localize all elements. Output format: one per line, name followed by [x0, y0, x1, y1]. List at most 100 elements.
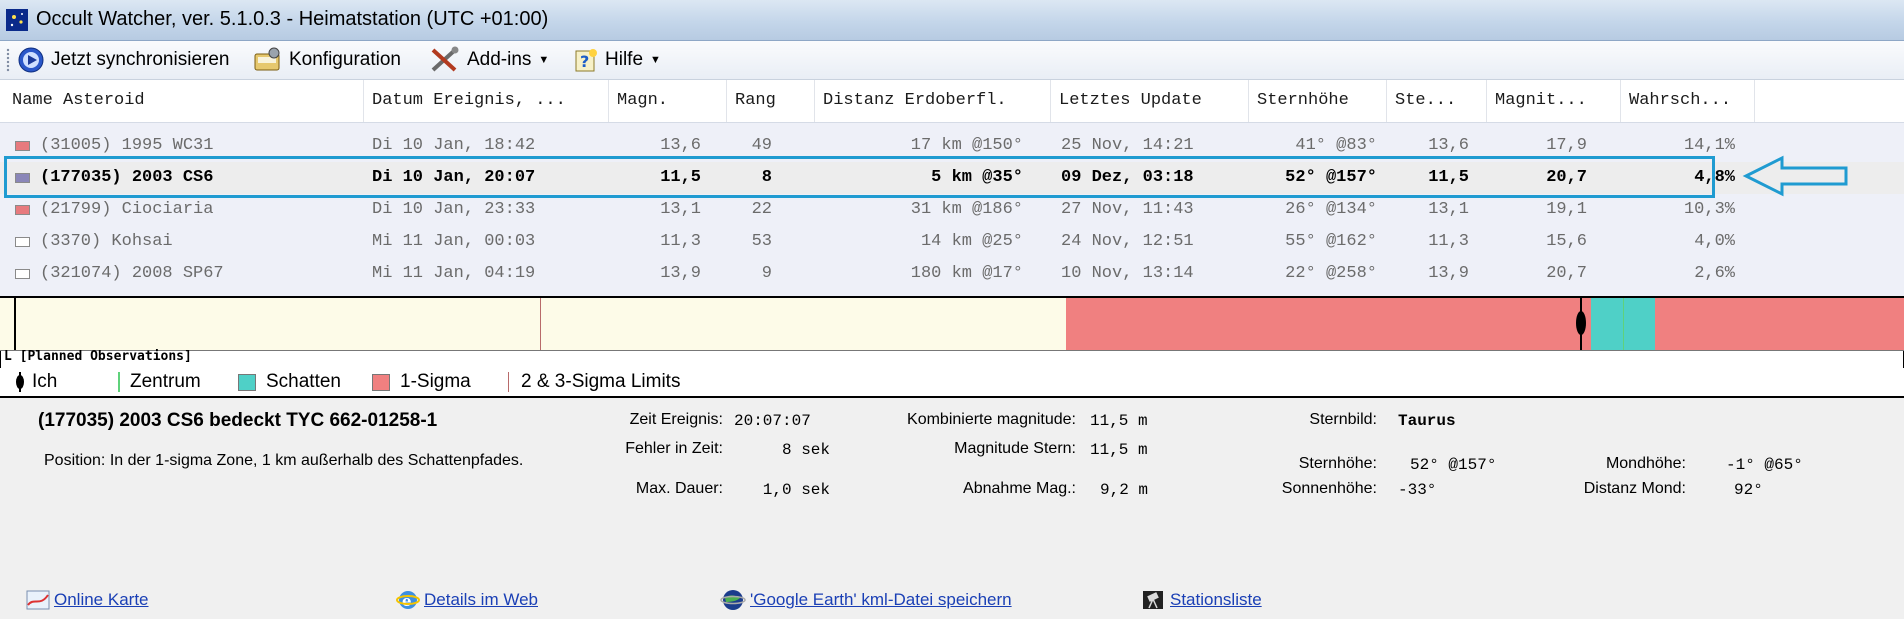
moon-alt-value: -1° @65° [1726, 456, 1803, 474]
app-icon [6, 9, 28, 31]
time-error-label: Fehler in Zeit: [625, 440, 723, 457]
cell-magnit: 20,7 [1546, 264, 1587, 283]
cell-date: Di 10 Jan, 23:33 [372, 200, 536, 219]
online-map-link[interactable]: Online Karte [26, 588, 149, 612]
config-button[interactable]: Konfiguration [252, 46, 401, 74]
cell-rank: 22 [751, 200, 772, 219]
legend-sigma23: 2 & 3-Sigma Limits [508, 371, 680, 393]
legend-shadow-label: Schatten [266, 371, 341, 392]
cell-date: Mi 11 Jan, 00:03 [372, 232, 536, 251]
cell-magnit: 17,9 [1546, 136, 1587, 155]
addins-label: Add-ins [467, 49, 532, 70]
help-label: Hilfe [605, 49, 644, 70]
sync-label: Jetzt synchronisieren [51, 49, 230, 70]
legend-me-label: Ich [32, 371, 58, 392]
table-row[interactable]: (31005) 1995 WC31 Di 10 Jan, 18:42 13,6 … [0, 130, 1904, 162]
max-duration-label: Max. Dauer: [635, 480, 723, 497]
event-position: Position: In der 1-sigma Zone, 1 km auße… [44, 452, 524, 469]
cell-star-alt: 26° @134° [1285, 200, 1377, 219]
moon-alt-label: Mondhöhe: [1605, 455, 1686, 472]
star-mag-label: Magnitude Stern: [954, 440, 1076, 457]
arrow-left-icon [1742, 155, 1848, 197]
max-duration-value: 1,0 sek [762, 481, 830, 499]
cell-date: Di 10 Jan, 18:42 [372, 136, 536, 155]
cell-distance: 180 km @17° [910, 264, 1023, 283]
svg-text:e: e [402, 592, 412, 610]
help-menu[interactable]: ? Hilfe ▼ [572, 46, 661, 74]
cell-name: (31005) 1995 WC31 [40, 136, 214, 155]
cell-magn: 13,6 [660, 136, 701, 155]
station-list-label[interactable]: Stationsliste [1170, 590, 1262, 610]
column-header-name[interactable]: Name Asteroid [4, 80, 364, 122]
cell-ste: 13,1 [1428, 200, 1469, 219]
event-title: (177035) 2003 CS6 bedeckt TYC 662-01258-… [38, 410, 438, 431]
table-row[interactable]: (321074) 2008 SP67 Mi 11 Jan, 04:19 13,9… [0, 258, 1904, 290]
column-header-ste[interactable]: Ste... [1387, 80, 1487, 122]
combined-mag-label: Kombinierte magnitude: [907, 411, 1076, 428]
cell-date: Mi 11 Jan, 04:19 [372, 264, 536, 283]
combined-mag-value: 11,5 m [1090, 412, 1148, 430]
sigma-limit-icon [508, 372, 509, 392]
legend-center: Zentrum [118, 371, 201, 393]
legend: Ich Zentrum Schatten 1-Sigma 2 & 3-Sigma… [0, 368, 1904, 398]
column-header-star-alt[interactable]: Sternhöhe [1249, 80, 1387, 122]
legend-center-label: Zentrum [130, 371, 201, 392]
sun-alt-value: -33° [1398, 481, 1437, 499]
cell-magnit: 15,6 [1546, 232, 1587, 251]
window-title: Occult Watcher, ver. 5.1.0.3 - Heimatsta… [36, 8, 549, 30]
me-marker-icon [1576, 311, 1586, 335]
web-details-label[interactable]: Details im Web [424, 590, 538, 610]
column-header-rank[interactable]: Rang [727, 80, 815, 122]
table-row[interactable]: (3370) Kohsai Mi 11 Jan, 00:03 11,3 53 1… [0, 226, 1904, 258]
chevron-down-icon: ▼ [538, 54, 550, 66]
sigma1-zone [1066, 298, 1904, 350]
shadow-swatch [238, 373, 256, 391]
strip-title: L [Planned Observations] [4, 349, 192, 364]
cell-ste: 13,6 [1428, 136, 1469, 155]
star-alt-label: Sternhöhe: [1298, 455, 1377, 472]
row-color-swatch [15, 205, 30, 215]
me-marker-icon [16, 372, 24, 392]
online-map-label[interactable]: Online Karte [54, 590, 149, 610]
toolbar-grip[interactable] [6, 48, 10, 72]
kml-save-label[interactable]: 'Google Earth' kml-Datei speichern [750, 590, 1012, 610]
column-header-magn[interactable]: Magn. [609, 80, 727, 122]
web-details-link[interactable]: e Details im Web [396, 588, 538, 612]
column-header-distance[interactable]: Distanz Erdoberfl. [815, 80, 1051, 122]
row-color-swatch [15, 141, 30, 151]
cell-prob: 4,8% [1694, 168, 1735, 187]
constellation-label: Sternbild: [1309, 411, 1377, 428]
column-header-update[interactable]: Letztes Update [1051, 80, 1249, 122]
chevron-down-icon: ▼ [650, 54, 661, 66]
column-header-prob[interactable]: Wahrsch... [1621, 80, 1755, 122]
cell-prob: 4,0% [1694, 232, 1735, 251]
star-alt-value: 52° @157° [1410, 456, 1497, 474]
event-time-value: 20:07:07 [734, 412, 811, 430]
configuration-icon [254, 47, 280, 71]
cell-rank: 49 [751, 136, 772, 155]
cell-magnit: 19,1 [1546, 200, 1587, 219]
cell-magnit: 20,7 [1546, 168, 1587, 187]
table-row[interactable]: (21799) Ciociaria Di 10 Jan, 23:33 13,1 … [0, 194, 1904, 226]
cell-distance: 14 km @25° [920, 232, 1023, 251]
station-list-link[interactable]: Stationsliste [1140, 588, 1262, 612]
cell-magn: 11,5 [660, 168, 701, 187]
cell-distance: 17 km @150° [910, 136, 1023, 155]
addins-menu[interactable]: Add-ins ▼ [428, 46, 549, 74]
title-bar: Occult Watcher, ver. 5.1.0.3 - Heimatsta… [0, 0, 1904, 41]
column-header-magnit[interactable]: Magnit... [1487, 80, 1621, 122]
strip-edge-marker [14, 298, 16, 350]
cell-update: 27 Nov, 11:43 [1061, 200, 1194, 219]
cell-ste: 13,9 [1428, 264, 1469, 283]
table-row-selected[interactable]: (177035) 2003 CS6 Di 10 Jan, 20:07 11,5 … [0, 162, 1904, 194]
cell-distance: 5 km @35° [931, 168, 1023, 187]
time-error-value: 8 sek [781, 441, 830, 459]
cell-star-alt: 55° @162° [1285, 232, 1377, 251]
legend-me: Ich [14, 371, 57, 393]
center-line [1623, 298, 1624, 350]
row-color-swatch [15, 237, 30, 247]
sync-button[interactable]: Jetzt synchronisieren [16, 46, 229, 74]
toolbar: Jetzt synchronisieren Konfiguration Add-… [0, 41, 1904, 80]
column-header-date[interactable]: Datum Ereignis, ... [364, 80, 609, 122]
kml-save-link[interactable]: 'Google Earth' kml-Datei speichern [720, 588, 1012, 612]
